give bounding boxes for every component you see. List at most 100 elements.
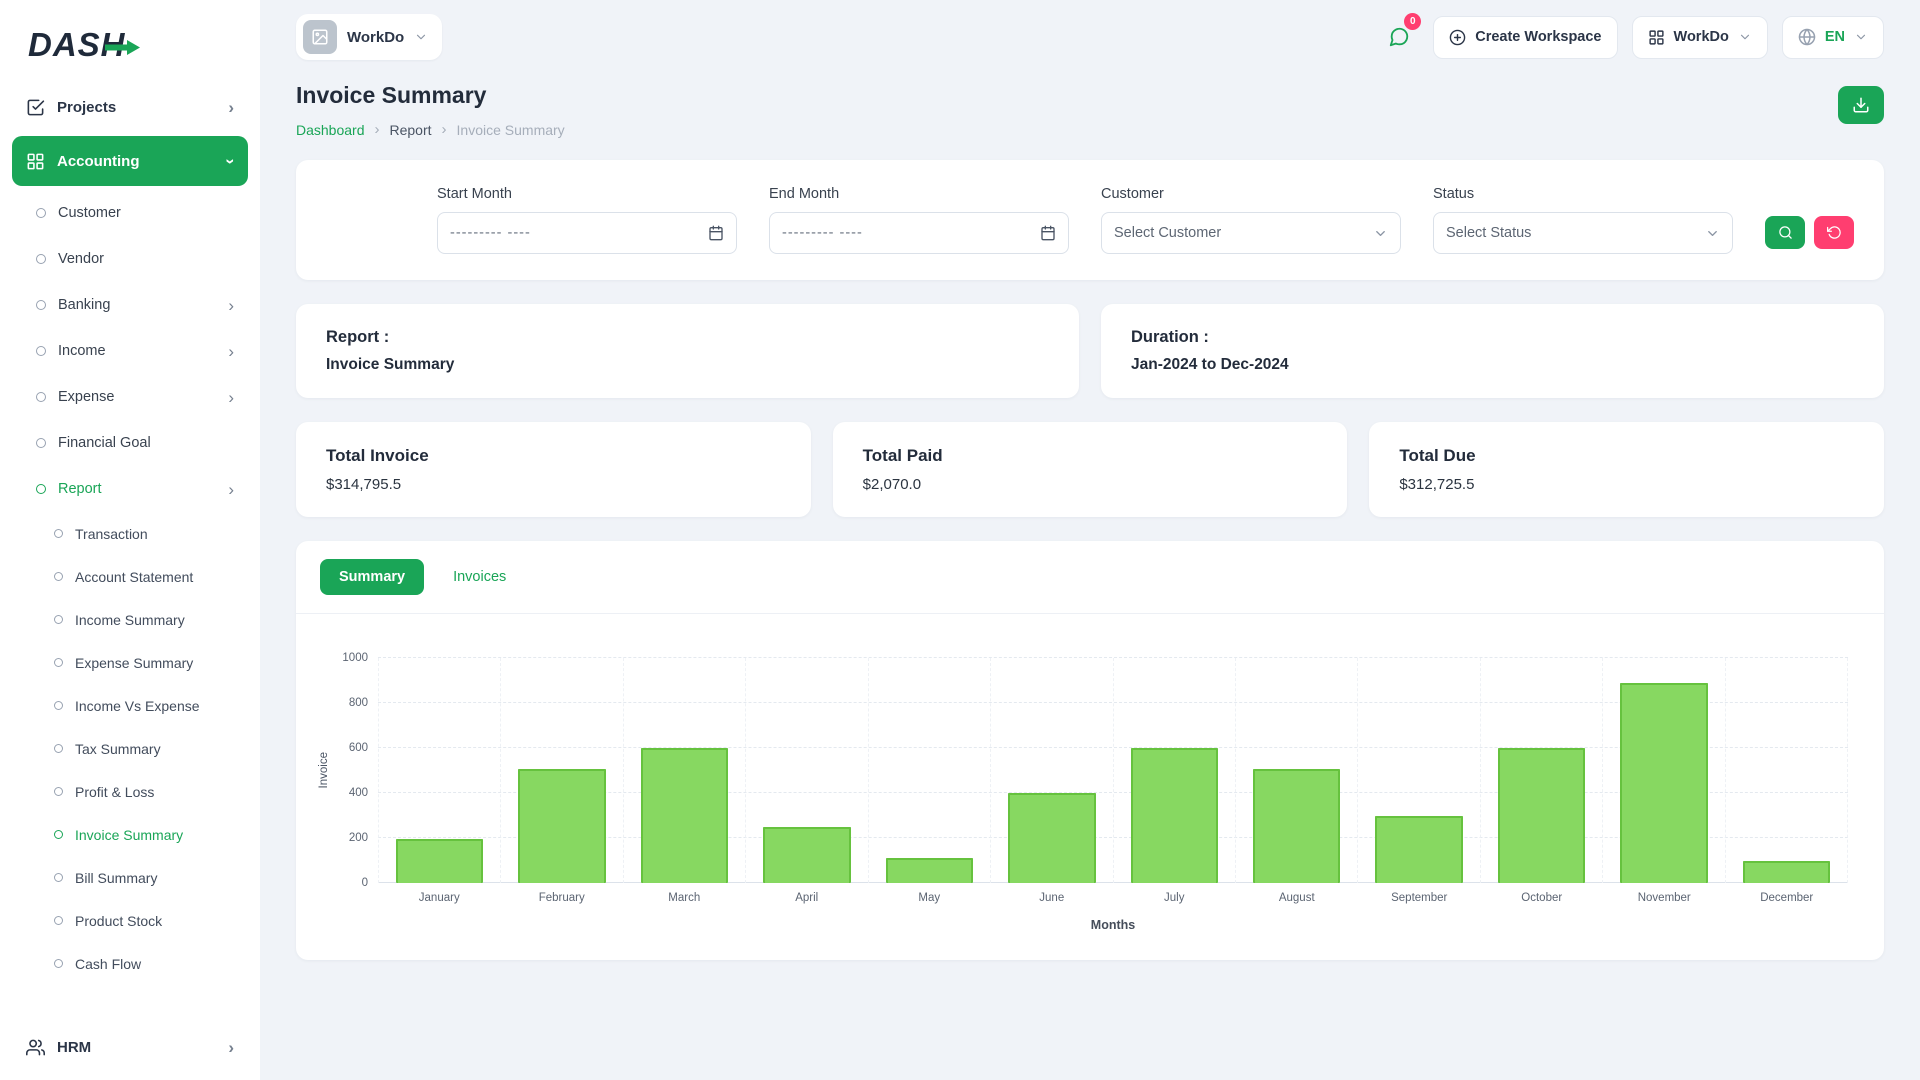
x-axis-title: Months <box>378 918 1848 932</box>
calendar-icon <box>708 225 724 241</box>
start-month-value[interactable] <box>450 225 700 241</box>
breadcrumb-separator: › <box>442 121 447 138</box>
chart-column-may <box>869 658 991 883</box>
bar-april[interactable] <box>763 827 850 883</box>
sidebar-item-expense[interactable]: Expense› <box>12 374 248 420</box>
sidebar-item-accounting[interactable]: Accounting › <box>12 136 248 186</box>
sidebar-item-customer[interactable]: Customer <box>12 190 248 236</box>
bar-march[interactable] <box>641 748 728 883</box>
sidebar-item-report[interactable]: Report› <box>12 466 248 512</box>
end-month-value[interactable] <box>782 225 1032 241</box>
bar-october[interactable] <box>1498 748 1585 883</box>
x-tick-label: June <box>991 892 1114 904</box>
status-select[interactable]: Select Status <box>1433 212 1733 254</box>
chart-column-november <box>1603 658 1725 883</box>
sidebar-item-income-vs-expense[interactable]: Income Vs Expense <box>12 684 248 727</box>
brand-logo[interactable]: DASH <box>12 12 248 78</box>
stat-card-total-paid: Total Paid$2,070.0 <box>833 422 1348 517</box>
sidebar-item-expense-summary[interactable]: Expense Summary <box>12 641 248 684</box>
tab-invoices[interactable]: Invoices <box>434 559 525 595</box>
chevron-right-icon: › <box>228 297 234 314</box>
bullet-icon <box>54 744 63 753</box>
sidebar-item-invoice-summary[interactable]: Invoice Summary <box>12 813 248 856</box>
hrm-icon <box>26 1038 45 1057</box>
sidebar-menu: Projects › Accounting › CustomerVendorBa… <box>12 82 248 1072</box>
chat-badge: 0 <box>1404 13 1421 30</box>
customer-select[interactable]: Select Customer <box>1101 212 1401 254</box>
sidebar-item-income-summary[interactable]: Income Summary <box>12 598 248 641</box>
bullet-icon <box>54 873 63 882</box>
start-month-label: Start Month <box>437 186 737 202</box>
bullet-icon <box>54 529 63 538</box>
apps-dropdown[interactable]: WorkDo <box>1632 16 1768 59</box>
chevron-down-icon <box>1854 30 1868 44</box>
x-tick-label: January <box>378 892 501 904</box>
chart-column-december <box>1726 658 1848 883</box>
sidebar-item-label: Product Stock <box>75 913 162 929</box>
language-dropdown[interactable]: EN <box>1782 16 1884 59</box>
chart-plot <box>378 658 1848 883</box>
sidebar-item-tax-summary[interactable]: Tax Summary <box>12 727 248 770</box>
search-button[interactable] <box>1765 216 1805 249</box>
start-month-input[interactable] <box>437 212 737 254</box>
chart-column-july <box>1114 658 1236 883</box>
bar-july[interactable] <box>1131 748 1218 883</box>
chart-column-february <box>501 658 623 883</box>
reset-button[interactable] <box>1814 216 1854 249</box>
y-axis-title: Invoice <box>314 658 334 883</box>
bar-february[interactable] <box>518 769 605 883</box>
stats-row: Total Invoice$314,795.5Total Paid$2,070.… <box>296 422 1884 517</box>
chevron-down-icon <box>1373 226 1388 241</box>
bar-june[interactable] <box>1008 793 1095 883</box>
breadcrumb-item-invoice-summary: Invoice Summary <box>457 122 565 138</box>
chat-button[interactable]: 0 <box>1379 17 1419 57</box>
sidebar-item-bill-summary[interactable]: Bill Summary <box>12 856 248 899</box>
sidebar-item-account-statement[interactable]: Account Statement <box>12 555 248 598</box>
end-month-input[interactable] <box>769 212 1069 254</box>
create-workspace-button[interactable]: Create Workspace <box>1433 16 1617 59</box>
sidebar-item-label: Tax Summary <box>75 741 161 757</box>
sidebar-item-vendor[interactable]: Vendor <box>12 236 248 282</box>
sidebar-item-transaction[interactable]: Transaction <box>12 512 248 555</box>
chat-icon <box>1388 26 1410 48</box>
bar-november[interactable] <box>1620 683 1707 883</box>
sidebar-item-cash-flow[interactable]: Cash Flow <box>12 942 248 985</box>
tab-summary[interactable]: Summary <box>320 559 424 595</box>
stat-card-total-invoice: Total Invoice$314,795.5 <box>296 422 811 517</box>
sidebar-item-label: Expense Summary <box>75 655 193 671</box>
sidebar-item-label: Income Vs Expense <box>75 698 200 714</box>
x-tick-label: May <box>868 892 991 904</box>
bar-january[interactable] <box>396 839 483 883</box>
bar-august[interactable] <box>1253 769 1340 883</box>
logo-arrow-icon <box>105 40 141 55</box>
bullet-icon <box>36 254 46 264</box>
filter-card: Start Month End Month Customer Select Cu… <box>296 160 1884 280</box>
bullet-icon <box>54 615 63 624</box>
workspace-selector[interactable]: WorkDo <box>296 14 442 60</box>
sidebar-item-label: Transaction <box>75 526 148 542</box>
bar-december[interactable] <box>1743 861 1830 884</box>
chart: Invoice 02004006008001000 JanuaryFebruar… <box>296 614 1884 932</box>
stat-value: $314,795.5 <box>326 476 781 493</box>
chart-column-april <box>746 658 868 883</box>
bar-may[interactable] <box>886 858 973 883</box>
sidebar-item-product-stock[interactable]: Product Stock <box>12 899 248 942</box>
bullet-icon <box>36 438 46 448</box>
download-button[interactable] <box>1838 86 1884 124</box>
sidebar-item-income[interactable]: Income› <box>12 328 248 374</box>
bullet-icon <box>54 701 63 710</box>
accounting-submenu: CustomerVendorBanking›Income›Expense›Fin… <box>12 190 248 985</box>
customer-field: Customer Select Customer <box>1101 186 1401 254</box>
accounting-icon <box>26 152 45 171</box>
sidebar-item-profit-loss[interactable]: Profit & Loss <box>12 770 248 813</box>
x-tick-label: March <box>623 892 746 904</box>
sidebar-item-hrm[interactable]: HRM › <box>12 1022 248 1072</box>
breadcrumb-item-dashboard[interactable]: Dashboard <box>296 122 365 138</box>
status-field: Status Select Status <box>1433 186 1733 254</box>
sidebar-item-financial-goal[interactable]: Financial Goal <box>12 420 248 466</box>
sidebar-item-projects[interactable]: Projects › <box>12 82 248 132</box>
bar-september[interactable] <box>1375 816 1462 884</box>
sidebar-item-banking[interactable]: Banking› <box>12 282 248 328</box>
y-tick-label: 1000 <box>342 651 368 665</box>
breadcrumb-item-report[interactable]: Report <box>390 122 432 138</box>
